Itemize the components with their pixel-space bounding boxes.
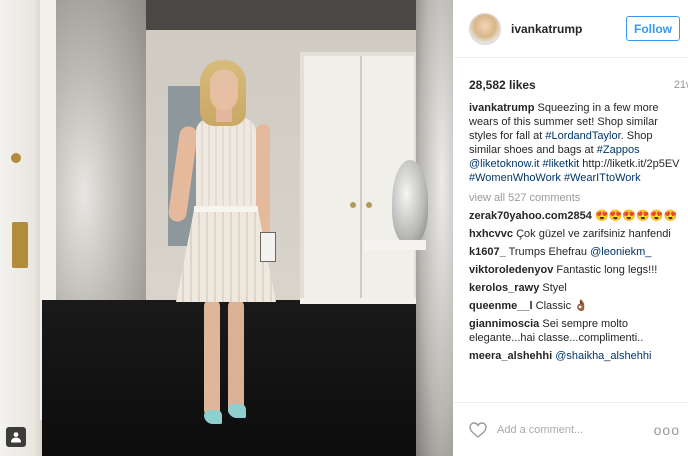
comment-item: meera_alshehhi @shaikha_alshehhi: [469, 349, 682, 363]
comment-item: k1607_ Trumps Ehefrau @leoniekm_: [469, 245, 682, 259]
mention-link[interactable]: @shaikha_alshehhi: [555, 350, 651, 362]
comment-text: Fantastic long legs!!!: [556, 264, 658, 276]
figure-shoe: [204, 410, 222, 424]
comment-username[interactable]: giannimoscia: [469, 318, 539, 330]
comment-username[interactable]: meera_alshehhi: [469, 350, 552, 362]
figure-bag: [260, 232, 276, 262]
person-tag-icon[interactable]: [6, 427, 26, 447]
photo-vase: [392, 160, 428, 244]
comment-username[interactable]: zerak70yahoo.com2854: [469, 210, 592, 222]
figure-dress-top: [196, 118, 256, 210]
comment-username[interactable]: queenme__l: [469, 300, 533, 312]
hashtag-link[interactable]: #WearITtoWork: [564, 172, 641, 184]
comment-text: Styel: [542, 282, 567, 294]
photo-shelf: [364, 240, 426, 250]
door-knob: [11, 153, 21, 163]
figure-leg: [204, 300, 220, 416]
figure-shoe: [228, 404, 246, 418]
avatar[interactable]: [469, 12, 501, 45]
comment-item: queenme__l Classic 👌🏾: [469, 299, 682, 313]
photo-woman: [160, 54, 280, 434]
figure-leg: [228, 300, 244, 416]
hashtag-link[interactable]: #WomenWhoWork: [469, 172, 561, 184]
instagram-post: ivankatrump Follow 28,582 likes 21w ivan…: [0, 0, 688, 456]
comment-item: viktoroledenyov Fantastic long legs!!!: [469, 263, 682, 277]
door-lock: [12, 222, 28, 268]
caption-username[interactable]: ivankatrump: [469, 102, 534, 114]
comment-text: 😍😍😍😍😍😍: [594, 210, 678, 222]
comment-username[interactable]: kerolos_rawy: [469, 282, 539, 294]
comment-username[interactable]: viktoroledenyov: [469, 264, 553, 276]
hashtag-link[interactable]: #LordandTaylor: [545, 130, 620, 142]
door-knob: [350, 202, 356, 208]
view-all-comments-link[interactable]: view all 527 comments: [469, 191, 682, 205]
comment-text: Çok güzel ve zarifsiniz hanfendi: [516, 228, 671, 240]
comment-bar: Add a comment... ooo: [453, 402, 688, 456]
post-photo[interactable]: [0, 0, 453, 456]
comments-section: ivankatrump Squeezing in a few more wear…: [453, 101, 688, 363]
post-age[interactable]: 21w: [674, 79, 688, 91]
add-comment-input[interactable]: Add a comment...: [497, 424, 654, 436]
caption-text: http://liketk.it/2p5EV: [579, 158, 680, 170]
header-username[interactable]: ivankatrump: [511, 22, 626, 36]
follow-button[interactable]: Follow: [626, 16, 680, 41]
more-options-icon[interactable]: ooo: [654, 422, 680, 438]
comment-item: zerak70yahoo.com2854 😍😍😍😍😍😍: [469, 209, 682, 223]
post-header: ivankatrump Follow: [453, 0, 688, 58]
comment-text: Trumps Ehefrau: [508, 246, 591, 258]
door-knob: [366, 202, 372, 208]
hashtag-link[interactable]: #liketkit: [543, 158, 580, 170]
comment-item: kerolos_rawy Styel: [469, 281, 682, 295]
comment-item: giannimoscia Sei sempre molto elegante..…: [469, 317, 682, 345]
comment-text: Classic 👌🏾: [535, 300, 588, 312]
figure-belt: [194, 206, 258, 212]
mention-link[interactable]: @liketoknow.it: [469, 158, 539, 170]
comment-item: hxhcvvc Çok güzel ve zarifsiniz hanfendi: [469, 227, 682, 241]
comment-username[interactable]: hxhcvvc: [469, 228, 513, 240]
post-meta: 28,582 likes 21w: [453, 58, 688, 98]
hashtag-link[interactable]: #Zappos: [597, 144, 640, 156]
post-sidebar: ivankatrump Follow 28,582 likes 21w ivan…: [453, 0, 688, 456]
figure-face: [210, 70, 238, 110]
caption: ivankatrump Squeezing in a few more wear…: [469, 101, 682, 185]
comment-username[interactable]: k1607_: [469, 246, 506, 258]
mention-link[interactable]: @leoniekm_: [590, 246, 651, 258]
heart-icon[interactable]: [469, 421, 487, 438]
likes-count[interactable]: 28,582 likes: [469, 78, 536, 92]
photo-baseboard: [300, 298, 430, 304]
